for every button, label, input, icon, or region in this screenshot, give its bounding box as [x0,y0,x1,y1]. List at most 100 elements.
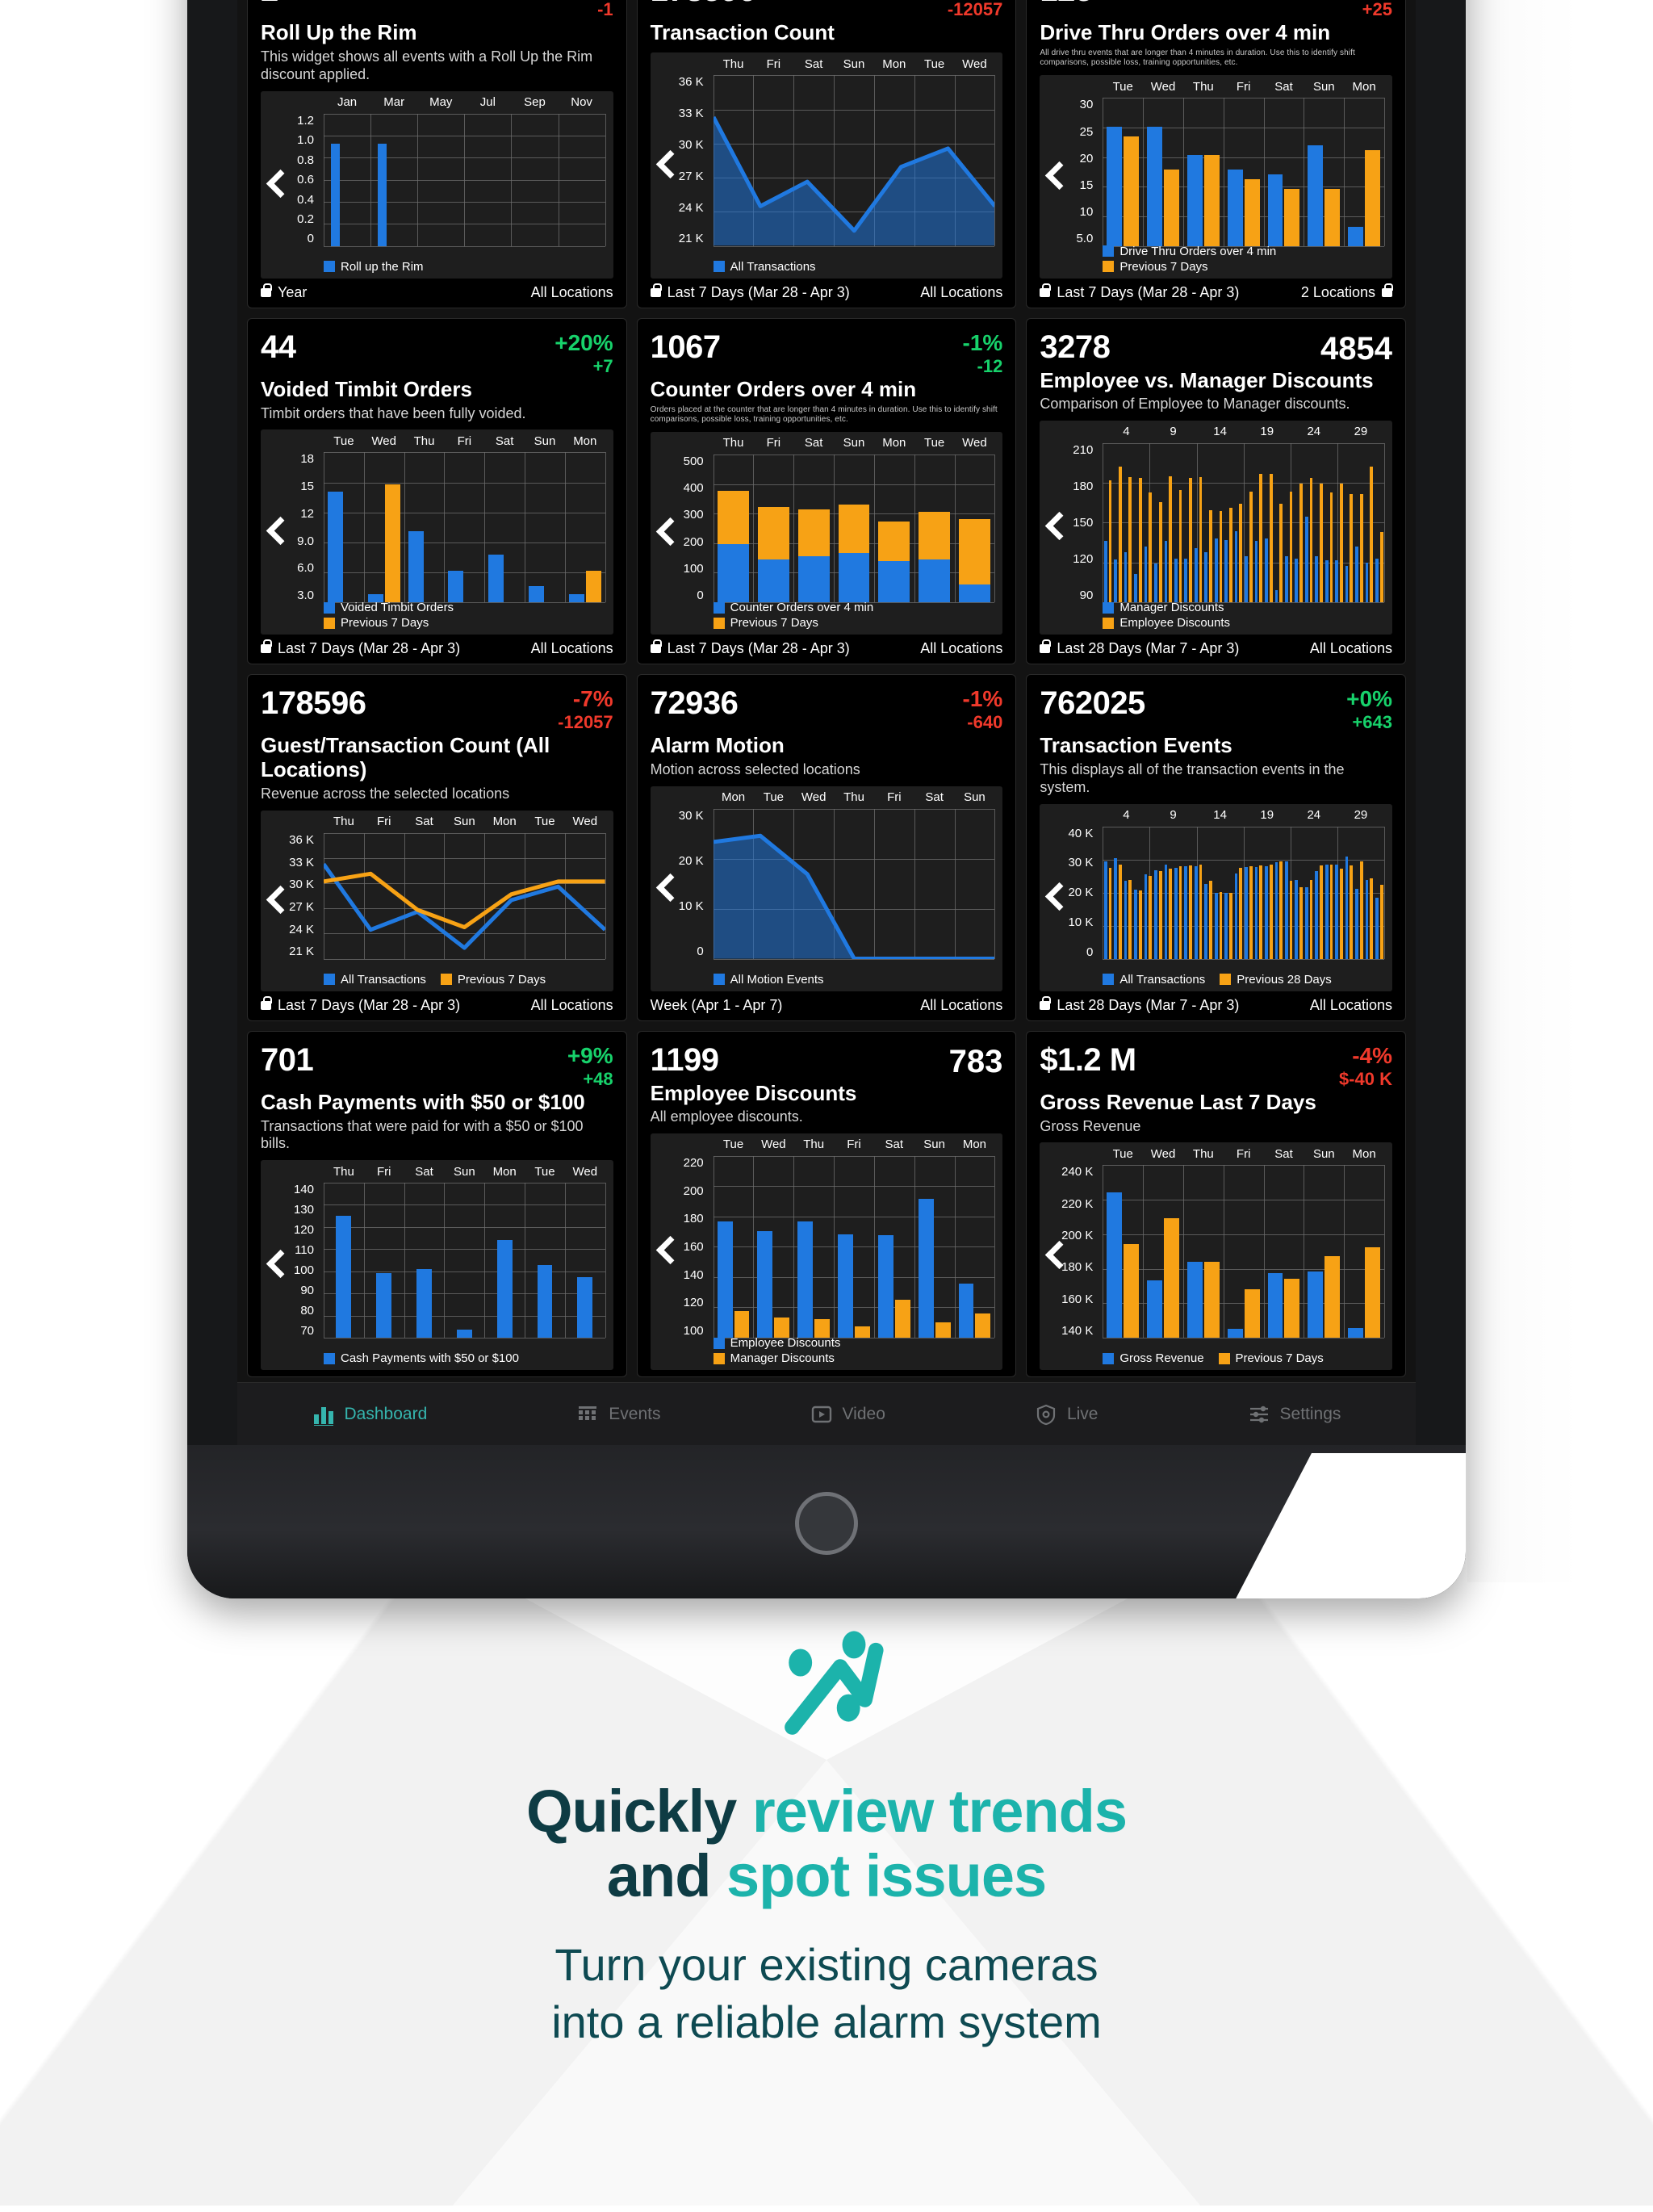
chevron-left-icon[interactable] [264,883,285,919]
chart-container[interactable]: 4 9 14 19 24 29 40 K 30 K 20 K 10 K 0 All Transacti… [1040,803,1392,991]
chevron-left-icon[interactable] [264,514,285,550]
legend-swatch [440,974,452,985]
tab-video[interactable]: Video [810,1403,885,1426]
tab-settings[interactable]: Settings [1248,1403,1341,1426]
footer-right[interactable]: All Locations [1310,640,1392,657]
footer-left[interactable]: Last 28 Days (Mar 7 - Apr 3) [1040,995,1239,1014]
chevron-left-icon[interactable] [1043,509,1064,545]
widget-card[interactable]: 762025 +0% +643 Transaction Events This disp… [1026,674,1406,1021]
widget-card[interactable]: $1.2 M -4% $-40 K Gross Revenue Last 7 Days… [1026,1030,1406,1377]
bar-group [1264,98,1304,246]
chevron-left-icon[interactable] [264,167,285,203]
footer-left[interactable]: Last 7 Days (Mar 28 - Apr 3) [261,639,460,657]
bar [1259,865,1263,959]
chart-container[interactable]: Thu Fri Sat Sun Mon Tue Wed 140 130 120 110 100 90 80… [261,1160,613,1370]
footer-right[interactable]: All Locations [1310,997,1392,1014]
footer-left[interactable]: Last 7 Days (Mar 28 - Apr 3) [650,283,850,301]
x-axis-tick: Mar [383,95,405,110]
legend-label: Previous 7 Days [1235,1351,1324,1365]
footer-left[interactable]: Last 28 Days (Mar 7 - Apr 3) [1040,639,1239,657]
bar [1184,866,1188,959]
tab-events[interactable]: Events [576,1403,661,1426]
footer-left[interactable]: Last 7 Days (Mar 28 - Apr 3) [1040,283,1239,301]
footer-right[interactable]: All Locations [920,284,1002,301]
widget-title: Employee vs. Manager Discounts [1040,367,1374,392]
tab-live[interactable]: Live [1035,1403,1098,1426]
chart-container[interactable]: Tue Wed Thu Fri Sat Sun Mon 240 K 220 K 200 K 180 … [1040,1142,1392,1370]
chart-container[interactable]: 4 9 14 19 24 29 210 180 150 120 90 Manager Discount… [1040,420,1392,635]
bar-group [1224,98,1264,246]
bar-group [565,1183,605,1338]
x-axis-tick: Mon [1352,1146,1376,1161]
y-axis-tick: 20 K [678,854,704,869]
chevron-left-icon[interactable] [654,871,675,907]
grid-icon [576,1403,599,1426]
chevron-left-icon[interactable] [1043,880,1064,915]
home-button[interactable] [795,1492,858,1555]
footer-right[interactable]: 2 Locations [1301,283,1393,301]
chart-legend: All Transactions Previous 7 Days [324,973,609,987]
x-axis-tick: Sat [1274,1146,1293,1161]
chevron-left-icon[interactable] [654,515,675,551]
bar [1164,169,1179,246]
x-axis-tick: Tue [534,1164,555,1179]
widget-title: Drive Thru Orders over 4 min [1040,20,1331,45]
bar [1245,867,1248,959]
chart-container[interactable]: Tue Wed Thu Fri Sat Sun Mon 18 15 12 9.0 6.0 3.0 Void… [261,429,613,635]
chart-container[interactable]: Jan Mar May Jul Sep Nov 1.2 1.0 0.8 0.6 0.4 0.2 0 Rol… [261,90,613,279]
bar-group [1213,443,1223,602]
x-axis-tick: Fri [457,434,472,448]
chevron-left-icon[interactable] [654,1234,675,1269]
widget-card[interactable]: 1199 783 Employee Discounts All employee di… [636,1030,1017,1377]
bar-group [1103,1165,1143,1338]
widget-card[interactable]: 178596 -7% -12057 Guest/Transaction Count (… [247,674,627,1021]
widget-card[interactable]: 2 -33%-1 Roll Up the Rim This widget shows … [247,0,627,308]
bar [1164,540,1168,602]
footer-left[interactable]: Year [261,283,307,301]
bar-group [914,1156,955,1338]
footer-right[interactable]: All Locations [920,640,1002,657]
footer-left[interactable]: Last 7 Days (Mar 28 - Apr 3) [650,639,850,657]
chart-container[interactable]: Thu Fri Sat Sun Mon Tue Wed 36 K 33 K 30 K 27 K 24 … [261,810,613,991]
chart-container[interactable]: Thu Fri Sat Sun Mon Tue Wed 500 400 300 200 100 0 Cou… [650,431,1003,635]
video-play-icon [810,1403,833,1426]
bar [1350,493,1354,602]
chart-container[interactable]: Tue Wed Thu Fri Sat Sun Mon 220 200 180 160 140 120 1… [650,1133,1003,1370]
chart-container[interactable]: Mon Tue Wed Thu Fri Sat Sun 30 K 20 K 10 K 0 All Mo… [650,786,1003,991]
x-axis-tick: Wed [801,790,826,805]
chevron-left-icon[interactable] [264,1247,285,1283]
widget-card[interactable]: 125+26%+25Drive Thru Orders over 4 minAl… [1026,0,1406,308]
bottom-tab-bar[interactable]: Dashboard Events Video Live Settings [237,1382,1416,1445]
footer-right[interactable]: All Locations [920,997,1002,1014]
footer-left[interactable]: Week (Apr 1 - Apr 7) [651,997,783,1014]
bar [1169,868,1172,959]
kpi-value: 762025 [1040,685,1145,721]
legend-label: Previous 7 Days [341,616,429,630]
widget-card[interactable]: 72936 -1% -640 Alarm Motion Motion across se… [636,674,1017,1021]
bar-group [464,114,488,246]
delta-percent: -1% [962,686,1003,711]
widget-card[interactable]: 44 +20% +7 Voided Timbit Orders Timbit order… [247,317,627,664]
bar-group [1224,443,1233,602]
tab-dashboard[interactable]: Dashboard [312,1403,427,1426]
widget-card[interactable]: 3278 4854 Employee vs. Manager Discounts Co… [1026,317,1406,664]
footer-left[interactable]: Last 7 Days (Mar 28 - Apr 3) [261,995,460,1014]
widget-card[interactable]: 1067 -1% -12 Counter Orders over 4 min Order… [636,317,1017,664]
widget-subtitle: Transactions that were paid for with a $… [261,1117,584,1152]
footer-right[interactable]: All Locations [531,640,613,657]
bar [1254,540,1258,602]
x-axis-labels: Jan Mar May Jul Sep Nov [261,91,613,114]
chevron-left-icon[interactable] [1043,1238,1064,1274]
chart-container[interactable]: Thu Fri Sat Sun Mon Tue Wed 36 K 33 K 30 K 27 K 24 … [650,52,1003,279]
shield-camera-icon [1035,1403,1057,1426]
bar-group [1283,443,1293,602]
widget-card[interactable]: 701 +9% +48 Cash Payments with $50 or $100 T… [247,1030,627,1377]
legend-label: Previous 7 Days [1119,259,1208,274]
chevron-left-icon[interactable] [1043,159,1064,195]
widget-card[interactable]: 178596 -7%-12057 Transaction Count Thu Fri Sa… [636,0,1017,308]
widget-footer: Week (Apr 1 - Apr 7) All Locations [651,991,1003,1014]
footer-right[interactable]: All Locations [531,284,613,301]
chart-container[interactable]: Tue Wed Thu Fri Sat Sun Mon 30 25 20 15 10 5.0 Drive … [1040,75,1392,279]
footer-right[interactable]: All Locations [531,997,613,1014]
chevron-left-icon[interactable] [654,148,675,183]
